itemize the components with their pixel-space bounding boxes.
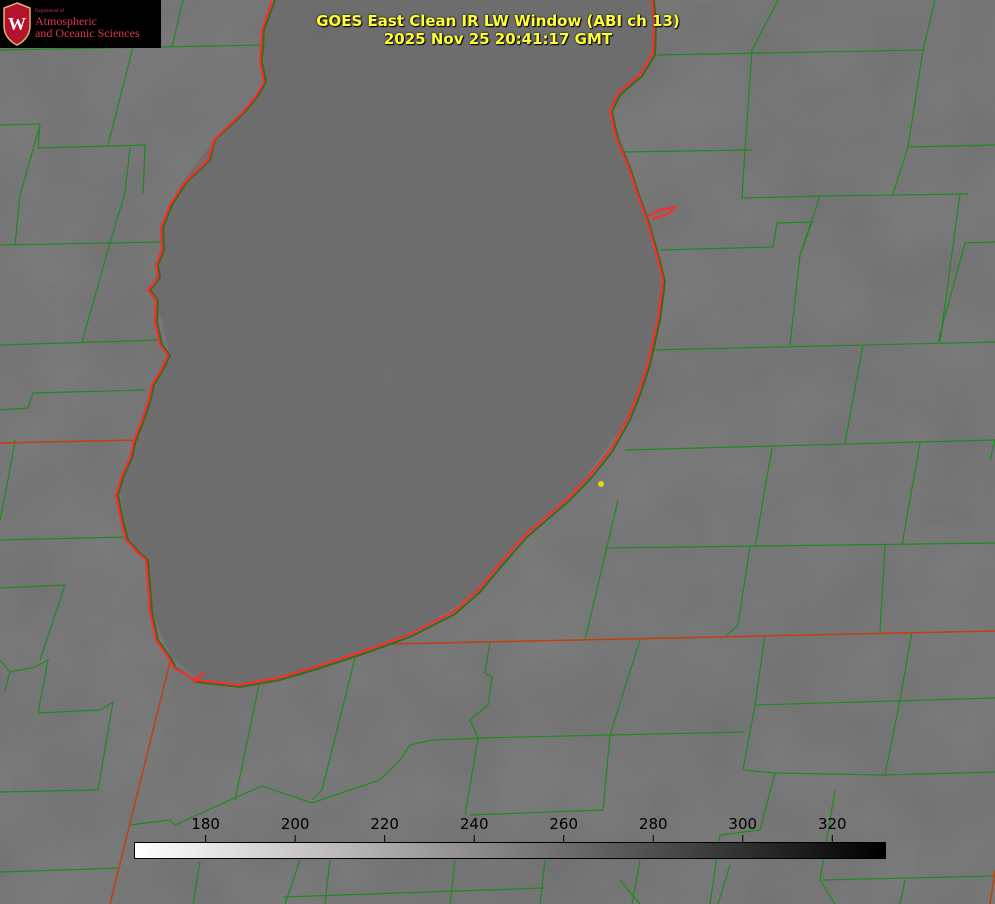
image-title: GOES East Clean IR LW Window (ABI ch 13)	[316, 12, 680, 30]
satellite-viewer: W Department of Atmospheric and Oceanic …	[0, 0, 995, 904]
colorbar-tick-label: 240	[459, 815, 489, 833]
colorbar-tick-label: 260	[549, 815, 579, 833]
crest-letter: W	[8, 14, 26, 34]
colorbar-tick-label: 180	[191, 815, 220, 833]
location-marker[interactable]	[598, 481, 604, 487]
logo-line-2: and Oceanic Sciences	[35, 26, 140, 40]
colorbar-tick-label: 300	[728, 815, 758, 833]
colorbar-tick-label: 320	[817, 815, 847, 833]
uw-crest-icon: W	[3, 2, 31, 46]
colorbar-tick-label: 280	[638, 815, 668, 833]
satellite-map[interactable]	[0, 0, 995, 904]
colorbar-tick-label: 220	[370, 815, 399, 833]
colorbar-tick-label: 200	[280, 815, 310, 833]
temperature-colorbar	[134, 842, 886, 859]
uw-aos-logo: W Department of Atmospheric and Oceanic …	[0, 0, 161, 48]
image-timestamp: 2025 Nov 25 20:41:17 GMT	[383, 30, 613, 48]
